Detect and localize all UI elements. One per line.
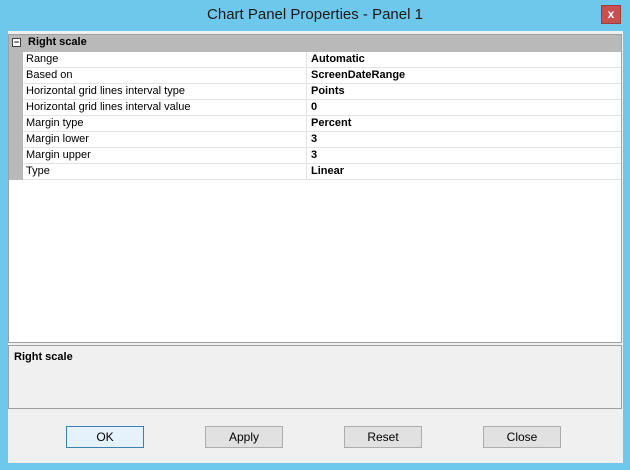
row-gutter (9, 116, 23, 132)
category-right-scale[interactable]: − Right scale (9, 35, 621, 52)
property-row-range[interactable]: Range Automatic (9, 52, 621, 68)
property-name: Margin upper (23, 148, 307, 163)
property-name: Based on (23, 68, 307, 83)
row-gutter (9, 68, 23, 84)
property-row-margin-type[interactable]: Margin type Percent (9, 116, 621, 132)
button-bar: OK Apply Reset Close (8, 409, 623, 463)
description-pane: Right scale (8, 345, 622, 409)
property-row-based-on[interactable]: Based on ScreenDateRange (9, 68, 621, 84)
property-name: Type (23, 164, 307, 179)
row-gutter (9, 148, 23, 164)
property-value[interactable]: ScreenDateRange (307, 68, 621, 83)
property-value[interactable]: 3 (307, 132, 621, 147)
row-gutter (9, 84, 23, 100)
property-value[interactable]: Automatic (307, 52, 621, 67)
property-row-grid-interval-value[interactable]: Horizontal grid lines interval value 0 (9, 100, 621, 116)
close-window-button[interactable]: x (601, 5, 621, 24)
property-row-margin-upper[interactable]: Margin upper 3 (9, 148, 621, 164)
property-row-grid-interval-type[interactable]: Horizontal grid lines interval type Poin… (9, 84, 621, 100)
ok-button[interactable]: OK (66, 426, 144, 448)
property-value[interactable]: Linear (307, 164, 621, 179)
property-name: Margin type (23, 116, 307, 131)
row-gutter (9, 52, 23, 68)
property-value[interactable]: Percent (307, 116, 621, 131)
apply-button[interactable]: Apply (205, 426, 283, 448)
property-name: Margin lower (23, 132, 307, 147)
property-name: Range (23, 52, 307, 67)
row-gutter (9, 132, 23, 148)
property-row-type[interactable]: Type Linear (9, 164, 621, 180)
row-gutter (9, 100, 23, 116)
collapse-icon[interactable]: − (12, 38, 21, 47)
title-bar[interactable]: Chart Panel Properties - Panel 1 x (0, 0, 630, 31)
dialog-client-area: − Right scale Range Automatic Based on S… (8, 31, 623, 463)
window-title: Chart Panel Properties - Panel 1 (207, 6, 423, 23)
property-grid: − Right scale Range Automatic Based on S… (8, 34, 622, 343)
close-button[interactable]: Close (483, 426, 561, 448)
dialog-window: Chart Panel Properties - Panel 1 x − Rig… (0, 0, 630, 470)
category-label: Right scale (28, 36, 87, 48)
property-value[interactable]: Points (307, 84, 621, 99)
description-title: Right scale (14, 351, 73, 363)
property-name: Horizontal grid lines interval type (23, 84, 307, 99)
property-row-margin-lower[interactable]: Margin lower 3 (9, 132, 621, 148)
reset-button[interactable]: Reset (344, 426, 422, 448)
property-name: Horizontal grid lines interval value (23, 100, 307, 115)
property-value[interactable]: 3 (307, 148, 621, 163)
property-value[interactable]: 0 (307, 100, 621, 115)
row-gutter (9, 164, 23, 180)
